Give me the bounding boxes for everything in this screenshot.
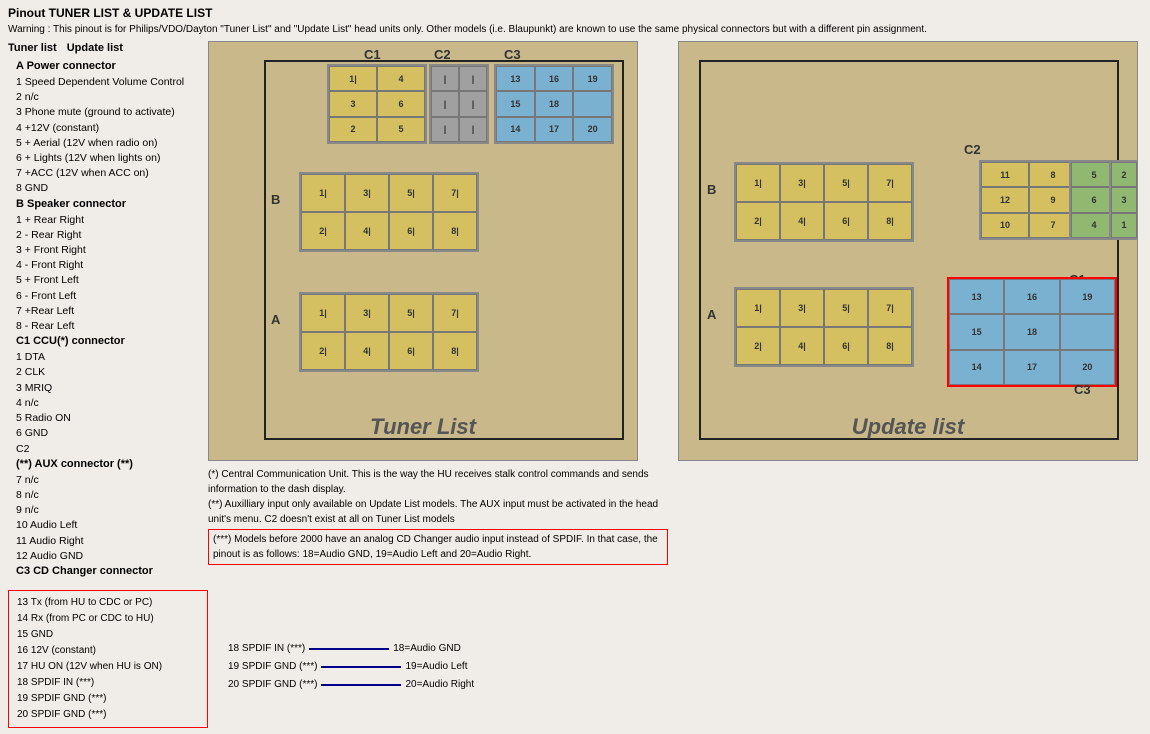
c1-label-tuner: C1 — [364, 47, 381, 62]
wire-18: 18 SPDIF IN (***) 18=Audio GND — [228, 640, 474, 658]
section-c2: C2 — [8, 442, 198, 457]
page-title: Pinout TUNER LIST & UPDATE LIST — [0, 0, 1150, 22]
a-label-update: A — [707, 307, 716, 322]
update-list-diagram: B 1| 3| 5| 7| 2| 4| 6| 8| A 1| 3| 5| 7| … — [678, 41, 1142, 580]
b-label-tuner: B — [271, 192, 280, 207]
note3: (***) Models before 2000 have an analog … — [208, 529, 668, 565]
notes-section: (*) Central Communication Unit. This is … — [208, 467, 668, 565]
bottom-right-wires: 18 SPDIF IN (***) 18=Audio GND 19 SPDIF … — [228, 590, 474, 728]
wire-line-19 — [321, 666, 401, 668]
warning-text: Warning : This pinout is for Philips/VDO… — [0, 22, 1130, 41]
tuner-list-tab[interactable]: Tuner list — [8, 41, 57, 57]
wire-20: 20 SPDIF GND (***) 20=Audio Right — [228, 676, 474, 694]
b-label-update: B — [707, 182, 716, 197]
c3-label-update: C3 — [1074, 382, 1091, 397]
bottom-left-list: 13 Tx (from HU to CDC or PC) 14 Rx (from… — [8, 590, 208, 728]
wire-line-18 — [309, 648, 389, 650]
update-list-label: Update list — [852, 414, 964, 440]
tuner-list-label: Tuner List — [370, 414, 476, 440]
items-c2: 7 n/c 8 n/c 9 n/c 10 Audio Left 11 Audio… — [8, 473, 198, 564]
wire-19: 19 SPDIF GND (***) 19=Audio Left — [228, 658, 474, 676]
section-a-header: A Power connector — [8, 59, 198, 75]
bottom-section: 13 Tx (from HU to CDC or PC) 14 Rx (from… — [0, 584, 1150, 734]
items-b: 1 + Rear Right 2 - Rear Right 3 + Front … — [8, 213, 198, 335]
note2: (**) Auxilliary input only available on … — [208, 497, 668, 527]
wire-line-20 — [321, 684, 401, 686]
items-a: 1 Speed Dependent Volume Control 2 n/c 3… — [8, 75, 198, 197]
c3-label-tuner: C3 — [504, 47, 521, 62]
items-c1: 1 DTA 2 CLK 3 MRIQ 4 n/c 5 Radio ON 6 GN… — [8, 350, 198, 441]
section-c3-header: C3 CD Changer connector — [8, 564, 198, 580]
a-label-tuner: A — [271, 312, 280, 327]
c2-label-update: C2 — [964, 142, 981, 157]
section-b-header: B Speaker connector — [8, 197, 198, 213]
tuner-list-diagram: C1 C2 C3 1| 4 3 6 2 5 | | | | | | — [208, 41, 668, 580]
c2-label-tuner: C2 — [434, 47, 451, 62]
c1-cell: 1| — [329, 66, 377, 91]
aux-connector-header: (**) AUX connector (**) — [8, 457, 198, 473]
update-list-tab[interactable]: Update list — [67, 41, 123, 57]
section-c1-header: C1 CCU(*) connector — [8, 334, 198, 350]
left-panel: Tuner list Update list A Power connector… — [8, 41, 198, 580]
note1: (*) Central Communication Unit. This is … — [208, 467, 668, 497]
